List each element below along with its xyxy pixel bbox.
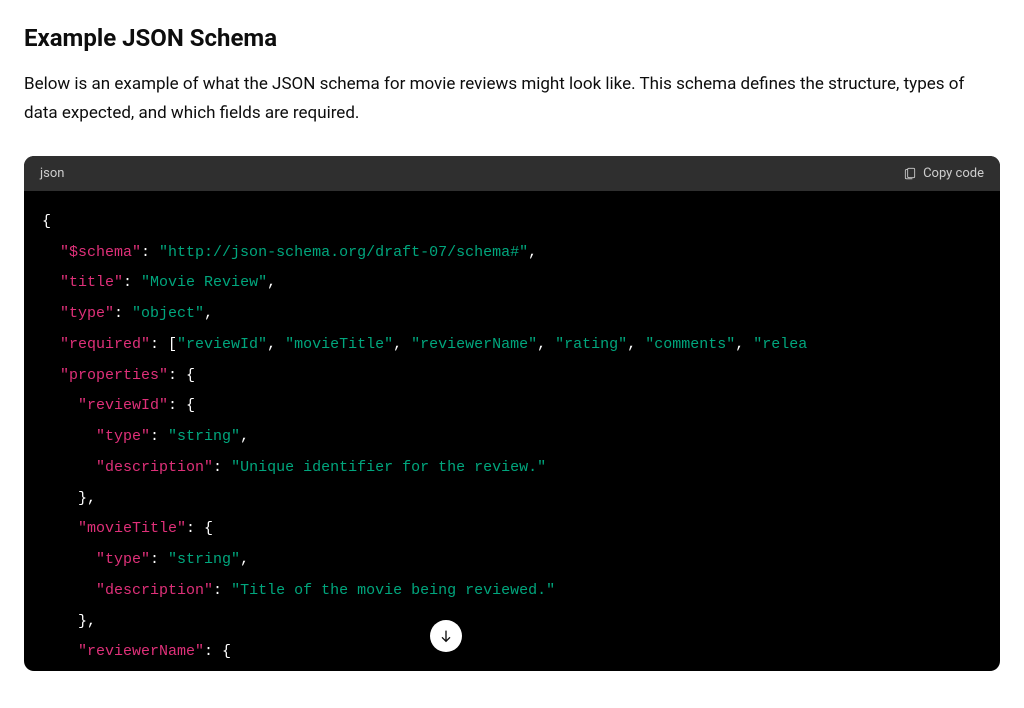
code-header: json Copy code [24,156,1000,191]
scroll-down-button[interactable] [430,620,462,652]
section-description: Below is an example of what the JSON sch… [24,70,1000,128]
section-heading: Example JSON Schema [24,24,1000,52]
code-content[interactable]: { "$schema": "http://json-schema.org/dra… [24,191,1000,671]
copy-code-label: Copy code [923,166,984,181]
arrow-down-icon [438,628,454,644]
copy-code-button[interactable]: Copy code [903,166,984,181]
clipboard-icon [903,166,917,180]
language-label: json [40,166,64,181]
code-block: json Copy code { "$schema": "http://json… [24,156,1000,671]
